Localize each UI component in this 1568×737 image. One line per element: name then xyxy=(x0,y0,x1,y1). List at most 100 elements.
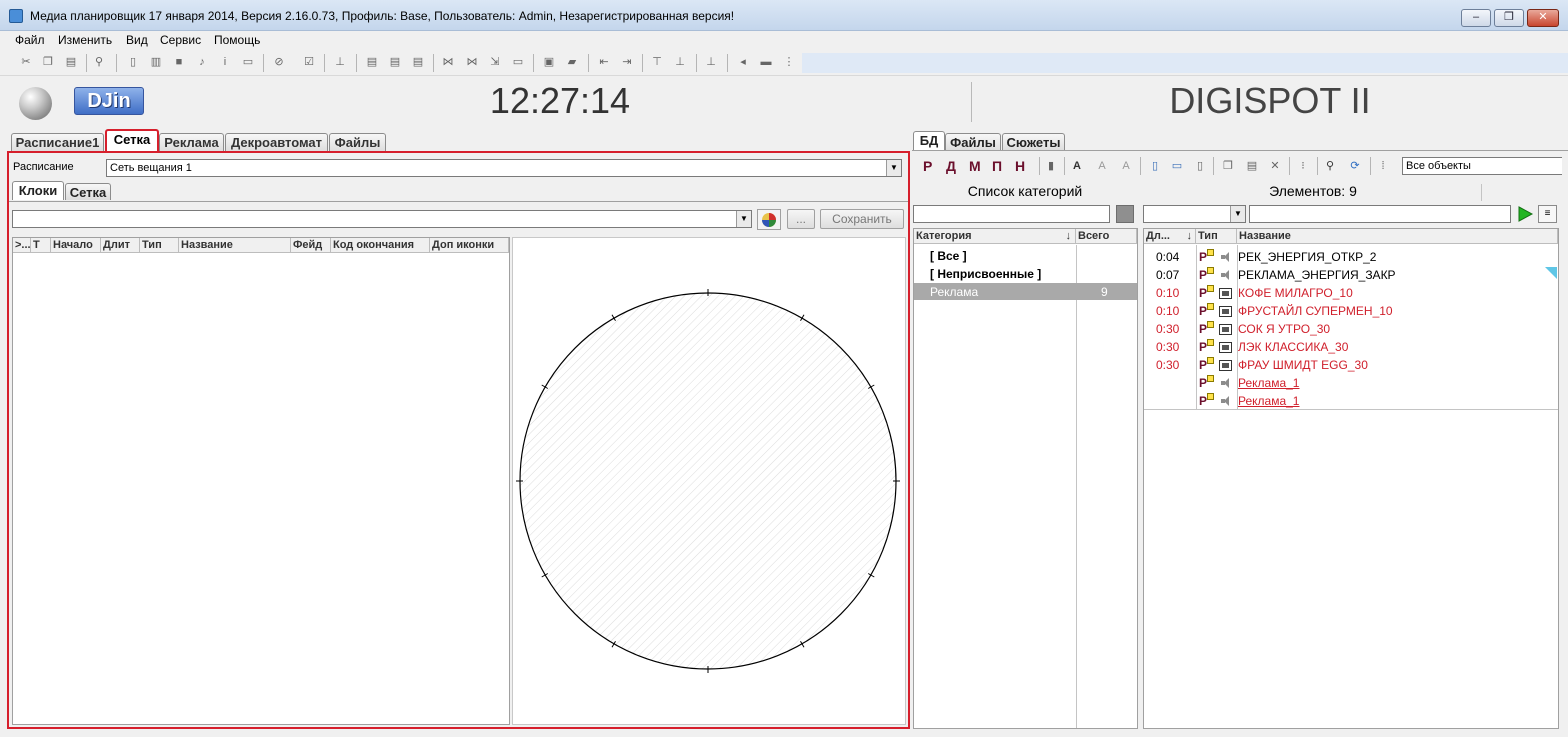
color-palette-button[interactable] xyxy=(757,209,781,230)
doc-icon[interactable]: ▯ xyxy=(1194,159,1206,173)
refresh-icon[interactable]: ⟳ xyxy=(1349,159,1361,173)
minimize-button[interactable]: – xyxy=(1461,9,1491,27)
info-icon[interactable]: i xyxy=(219,55,231,69)
column-header-t[interactable]: Т xyxy=(31,238,51,253)
element-row[interactable]: 0:10 Р КОФЕ МИЛАГРО_10 xyxy=(1144,284,1558,302)
font-a-icon[interactable]: A xyxy=(1071,159,1083,173)
split-icon[interactable]: ⋈ xyxy=(442,55,454,69)
browse-button[interactable]: ... xyxy=(787,209,815,229)
column-header-marker[interactable]: >... xyxy=(13,238,31,253)
font-a3-icon[interactable]: A xyxy=(1120,159,1132,173)
cut-icon[interactable]: ✂ xyxy=(20,55,32,69)
column-header-category[interactable]: Категория ↓ xyxy=(914,229,1076,244)
clock-elements-table[interactable]: >... Т Начало Длит Тип Название Фейд Код… xyxy=(12,237,510,725)
menu-help[interactable]: Помощь xyxy=(214,33,260,47)
list-icon[interactable]: ⁝ xyxy=(1297,159,1309,173)
filter-type-p-button[interactable]: П xyxy=(992,158,1002,174)
element-row[interactable]: 0:07 Р РЕКЛАМА_ЭНЕРГИЯ_ЗАКР xyxy=(1144,266,1558,284)
column-header-duration[interactable]: Длит xyxy=(101,238,140,253)
element-row[interactable]: 0:04 Р РЕК_ЭНЕРГИЯ_ОТКР_2 xyxy=(1144,248,1558,266)
page-icon[interactable]: ▯ xyxy=(127,55,139,69)
filter-type-d-button[interactable]: Д xyxy=(946,158,956,174)
tab-decroautomat[interactable]: Декроавтомат xyxy=(225,133,328,152)
comment-icon[interactable]: ▭ xyxy=(242,55,254,69)
column-header-end-code[interactable]: Код окончания xyxy=(331,238,430,253)
tab-stories[interactable]: Сюжеты xyxy=(1002,133,1065,151)
schedule-select[interactable]: Сеть вещания 1 ▼ xyxy=(106,159,902,177)
menu-service[interactable]: Сервис xyxy=(160,33,201,47)
element-row[interactable]: 0:30 Р ЛЭК КЛАССИКА_30 xyxy=(1144,338,1558,356)
align-top-icon[interactable]: ⊤ xyxy=(651,55,663,69)
save-button[interactable]: Сохранить xyxy=(820,209,904,229)
export-icon[interactable]: ⇲ xyxy=(489,55,501,69)
tab-advertising[interactable]: Реклама xyxy=(159,133,224,152)
mic-icon[interactable]: ♪ xyxy=(196,55,208,69)
clock-view[interactable] xyxy=(512,237,906,725)
save-doc-icon[interactable]: ▣ xyxy=(543,55,555,69)
merge-icon[interactable]: ⋈ xyxy=(466,55,478,69)
filter-type-m-button[interactable]: М xyxy=(969,158,981,174)
element-row[interactable]: 0:10 Р ФРУСТАЙЛ СУПЕРМЕН_10 xyxy=(1144,302,1558,320)
list-view-button[interactable]: ≡ xyxy=(1538,205,1557,223)
element-row[interactable]: Р Реклама_1 xyxy=(1144,374,1558,392)
category-row-all[interactable]: [ Все ] xyxy=(914,247,1137,265)
tab-clocks[interactable]: Клоки xyxy=(12,181,64,200)
menu-file[interactable]: Файл xyxy=(15,33,45,47)
tab-grid[interactable]: Сетка xyxy=(105,129,159,151)
copy-icon[interactable]: ❐ xyxy=(1222,159,1234,173)
column-header-extra-icons[interactable]: Доп иконки xyxy=(430,238,509,253)
tab-grid-sub[interactable]: Сетка xyxy=(65,183,111,200)
copy-icon[interactable]: ❐ xyxy=(42,55,54,69)
block-icon[interactable]: ■ xyxy=(173,55,185,69)
menu-view[interactable]: Вид xyxy=(126,33,148,47)
new-doc-icon[interactable]: ▯ xyxy=(1149,159,1161,173)
tab-files[interactable]: Файлы xyxy=(329,133,386,152)
category-row-unassigned[interactable]: [ Неприсвоенные ] xyxy=(914,265,1137,283)
column-header-name[interactable]: Название xyxy=(1237,229,1558,244)
category-search-input[interactable] xyxy=(913,205,1110,223)
find-icon[interactable]: ⚲ xyxy=(93,55,105,69)
paste-icon[interactable]: ▤ xyxy=(65,55,77,69)
search-icon[interactable]: ⚲ xyxy=(1324,159,1336,173)
open-folder-icon[interactable]: ▭ xyxy=(1171,159,1183,173)
maximize-button[interactable]: ❐ xyxy=(1494,9,1524,27)
paste-icon[interactable]: ▤ xyxy=(1246,159,1258,173)
element-row[interactable]: 0:30 Р СОК Я УТРО_30 xyxy=(1144,320,1558,338)
list3-icon[interactable]: ▤ xyxy=(412,55,424,69)
message-icon[interactable]: ▭ xyxy=(512,55,524,69)
speaker-icon[interactable]: ◂ xyxy=(737,55,749,69)
column-header-name[interactable]: Название xyxy=(179,238,291,253)
column-header-duration[interactable]: Дл... ↓ xyxy=(1144,229,1196,244)
move-left-icon[interactable]: ⇤ xyxy=(598,55,610,69)
tab-database[interactable]: БД xyxy=(913,131,945,150)
object-filter-select[interactable]: Все объекты xyxy=(1402,157,1562,175)
close-button[interactable]: ✕ xyxy=(1527,9,1559,27)
font-a2-icon[interactable]: A xyxy=(1096,159,1108,173)
filter-type-n-button[interactable]: Н xyxy=(1015,158,1025,174)
move-right-icon[interactable]: ⇥ xyxy=(621,55,633,69)
list2-icon[interactable]: ▤ xyxy=(389,55,401,69)
tab-right-files[interactable]: Файлы xyxy=(945,133,1001,151)
element-row[interactable]: Р Реклама_1 xyxy=(1144,392,1558,410)
column-header-total[interactable]: Всего xyxy=(1076,229,1137,244)
elements-filter-select[interactable]: ▼ xyxy=(1143,205,1246,223)
grid-icon[interactable]: ⋮ xyxy=(783,55,795,69)
block-off-icon[interactable]: ⊘ xyxy=(273,55,285,69)
clock-select[interactable]: ▼ xyxy=(12,210,752,228)
category-row-advertising[interactable]: Реклама 9 xyxy=(914,283,1137,300)
element-row[interactable]: 0:30 Р ФРАУ ШМИДТ EGG_30 xyxy=(1144,356,1558,374)
align-bottom-icon[interactable]: ⊥ xyxy=(674,55,686,69)
block-icon[interactable]: ▮ xyxy=(1045,159,1057,173)
category-menu-button[interactable] xyxy=(1116,205,1134,223)
elements-list[interactable]: Дл... ↓ Тип Название 0:04 Р РЕК_ЭНЕРГИЯ_ОТ… xyxy=(1143,228,1559,729)
filter-type-r-button[interactable]: Р xyxy=(923,158,932,174)
insert-icon[interactable]: ⊥ xyxy=(334,55,346,69)
column-header-fade[interactable]: Фейд xyxy=(291,238,331,253)
list-icon[interactable]: ▤ xyxy=(366,55,378,69)
insert-end-icon[interactable]: ⊥ xyxy=(705,55,717,69)
tape-icon[interactable]: ▬ xyxy=(760,55,772,69)
columns-icon[interactable]: ▥ xyxy=(150,55,162,69)
tab-schedule1[interactable]: Расписание1 xyxy=(11,133,104,152)
column-header-start[interactable]: Начало xyxy=(51,238,101,253)
categories-list[interactable]: Категория ↓ Всего [ Все ] [ Неприсвоенны… xyxy=(913,228,1138,729)
